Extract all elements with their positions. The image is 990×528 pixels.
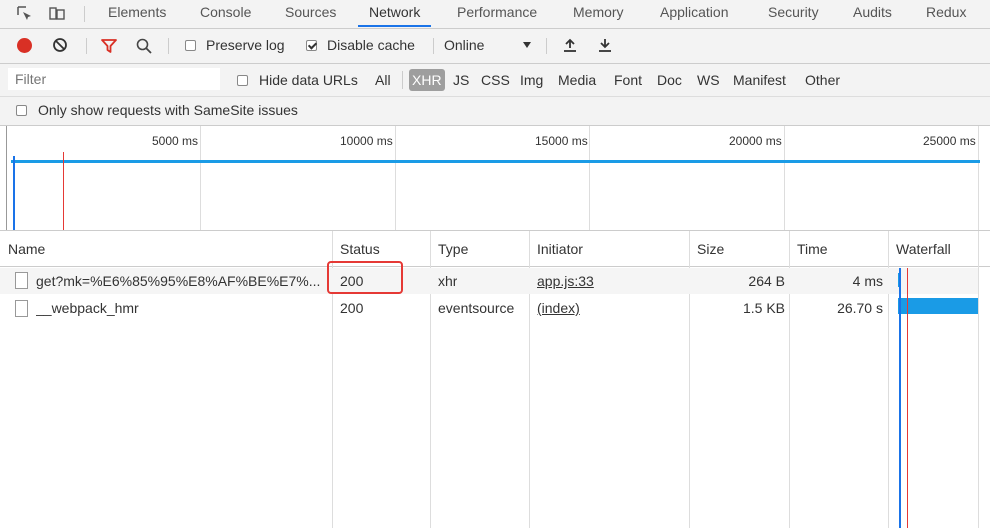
timeline-dom-content-loaded-line xyxy=(13,156,15,230)
disable-cache-checkbox[interactable] xyxy=(306,40,317,51)
timeline-tick-label: 10000 ms xyxy=(340,134,393,148)
samesite-checkbox[interactable] xyxy=(16,105,27,116)
record-icon[interactable] xyxy=(17,38,32,53)
tab-audits[interactable]: Audits xyxy=(853,0,892,27)
file-icon xyxy=(15,300,28,317)
file-icon xyxy=(15,272,28,289)
waterfall-load-line xyxy=(907,268,908,528)
waterfall-dom-content-loaded-line xyxy=(899,268,901,528)
column-header-name[interactable]: Name xyxy=(0,231,332,267)
timeline-tick-label: 15000 ms xyxy=(535,134,588,148)
filter-type-img[interactable]: Img xyxy=(520,72,543,88)
filter-type-other[interactable]: Other xyxy=(805,72,840,88)
request-type: xhr xyxy=(438,273,458,289)
hide-data-urls-checkbox[interactable] xyxy=(237,75,248,86)
dropdown-arrow-icon[interactable] xyxy=(523,42,531,48)
status-highlight-box xyxy=(327,261,403,294)
request-time: 26.70 s xyxy=(837,300,883,316)
request-initiator-link[interactable]: app.js:33 xyxy=(537,269,594,293)
inspect-element-icon[interactable] xyxy=(16,5,34,23)
filter-type-xhr[interactable]: XHR xyxy=(409,69,445,91)
column-header-type[interactable]: Type xyxy=(430,231,529,267)
timeline-tick xyxy=(784,126,785,230)
timeline-tick xyxy=(589,126,590,230)
column-header-size[interactable]: Size xyxy=(689,231,789,267)
timeline-load-line xyxy=(63,152,64,230)
request-name[interactable]: __webpack_hmr xyxy=(36,296,328,320)
timeline-overview: 5000 ms 10000 ms 15000 ms 20000 ms 25000… xyxy=(0,126,990,231)
filter-type-all[interactable]: All xyxy=(375,72,391,88)
filter-funnel-icon[interactable] xyxy=(100,37,118,55)
requests-table: Name Status Type Initiator Size Time Wat… xyxy=(0,231,990,528)
preserve-log-checkbox[interactable] xyxy=(185,40,196,51)
filter-type-font[interactable]: Font xyxy=(614,72,642,88)
request-size: 1.5 KB xyxy=(742,300,785,316)
tab-elements[interactable]: Elements xyxy=(108,0,166,27)
hide-data-urls-label: Hide data URLs xyxy=(259,72,358,88)
tab-redux[interactable]: Redux xyxy=(926,0,966,27)
export-har-icon[interactable] xyxy=(597,37,613,53)
filter-type-ws[interactable]: WS xyxy=(697,72,720,88)
tab-network[interactable]: Network xyxy=(358,0,432,27)
request-time: 4 ms xyxy=(852,273,883,289)
filter-input[interactable] xyxy=(8,68,220,90)
filter-type-doc[interactable]: Doc xyxy=(657,72,682,88)
import-har-icon[interactable] xyxy=(562,37,578,53)
request-status: 200 xyxy=(340,300,364,316)
filter-bar: Hide data URLs All XHR JS CSS Img Media … xyxy=(0,64,990,97)
filter-type-media[interactable]: Media xyxy=(558,72,596,88)
filter-type-css[interactable]: CSS xyxy=(481,72,510,88)
timeline-tick xyxy=(200,126,201,230)
request-initiator-link[interactable]: (index) xyxy=(537,296,580,320)
search-icon[interactable] xyxy=(135,37,153,55)
clear-icon[interactable] xyxy=(52,37,68,53)
timeline-tick-label: 20000 ms xyxy=(729,134,782,148)
request-type: eventsource xyxy=(438,300,515,316)
timeline-eventsource-bar xyxy=(11,160,980,163)
column-header-waterfall[interactable]: Waterfall xyxy=(888,231,990,267)
column-header-initiator[interactable]: Initiator xyxy=(529,231,689,267)
devtools-tab-bar: Elements Console Sources Network Perform… xyxy=(0,0,990,29)
timeline-tick xyxy=(978,126,979,230)
tab-console[interactable]: Console xyxy=(200,0,251,27)
network-toolbar: Preserve log Disable cache Online xyxy=(0,29,990,64)
request-size: 264 B xyxy=(748,273,785,289)
preserve-log-label: Preserve log xyxy=(206,37,285,53)
request-name[interactable]: get?mk=%E6%85%95%E8%AF%BE%E7%... xyxy=(36,269,328,293)
timeline-tick-label: 5000 ms xyxy=(152,134,199,148)
waterfall-bar xyxy=(898,298,978,314)
throttling-select[interactable]: Online xyxy=(444,37,484,53)
tab-application[interactable]: Application xyxy=(660,0,729,27)
filter-type-manifest[interactable]: Manifest xyxy=(733,72,786,88)
timeline-tick-label: 25000 ms xyxy=(923,134,976,148)
tab-sources[interactable]: Sources xyxy=(285,0,336,27)
disable-cache-label: Disable cache xyxy=(327,37,415,53)
device-toolbar-icon[interactable] xyxy=(48,5,66,23)
tab-performance[interactable]: Performance xyxy=(457,0,537,27)
column-header-time[interactable]: Time xyxy=(789,231,888,267)
samesite-label: Only show requests with SameSite issues xyxy=(38,102,298,118)
timeline-start-line xyxy=(6,126,7,230)
tab-memory[interactable]: Memory xyxy=(573,0,624,27)
filter-type-js[interactable]: JS xyxy=(453,72,469,88)
tab-security[interactable]: Security xyxy=(768,0,819,27)
timeline-tick xyxy=(395,126,396,230)
samesite-bar: Only show requests with SameSite issues xyxy=(0,97,990,126)
